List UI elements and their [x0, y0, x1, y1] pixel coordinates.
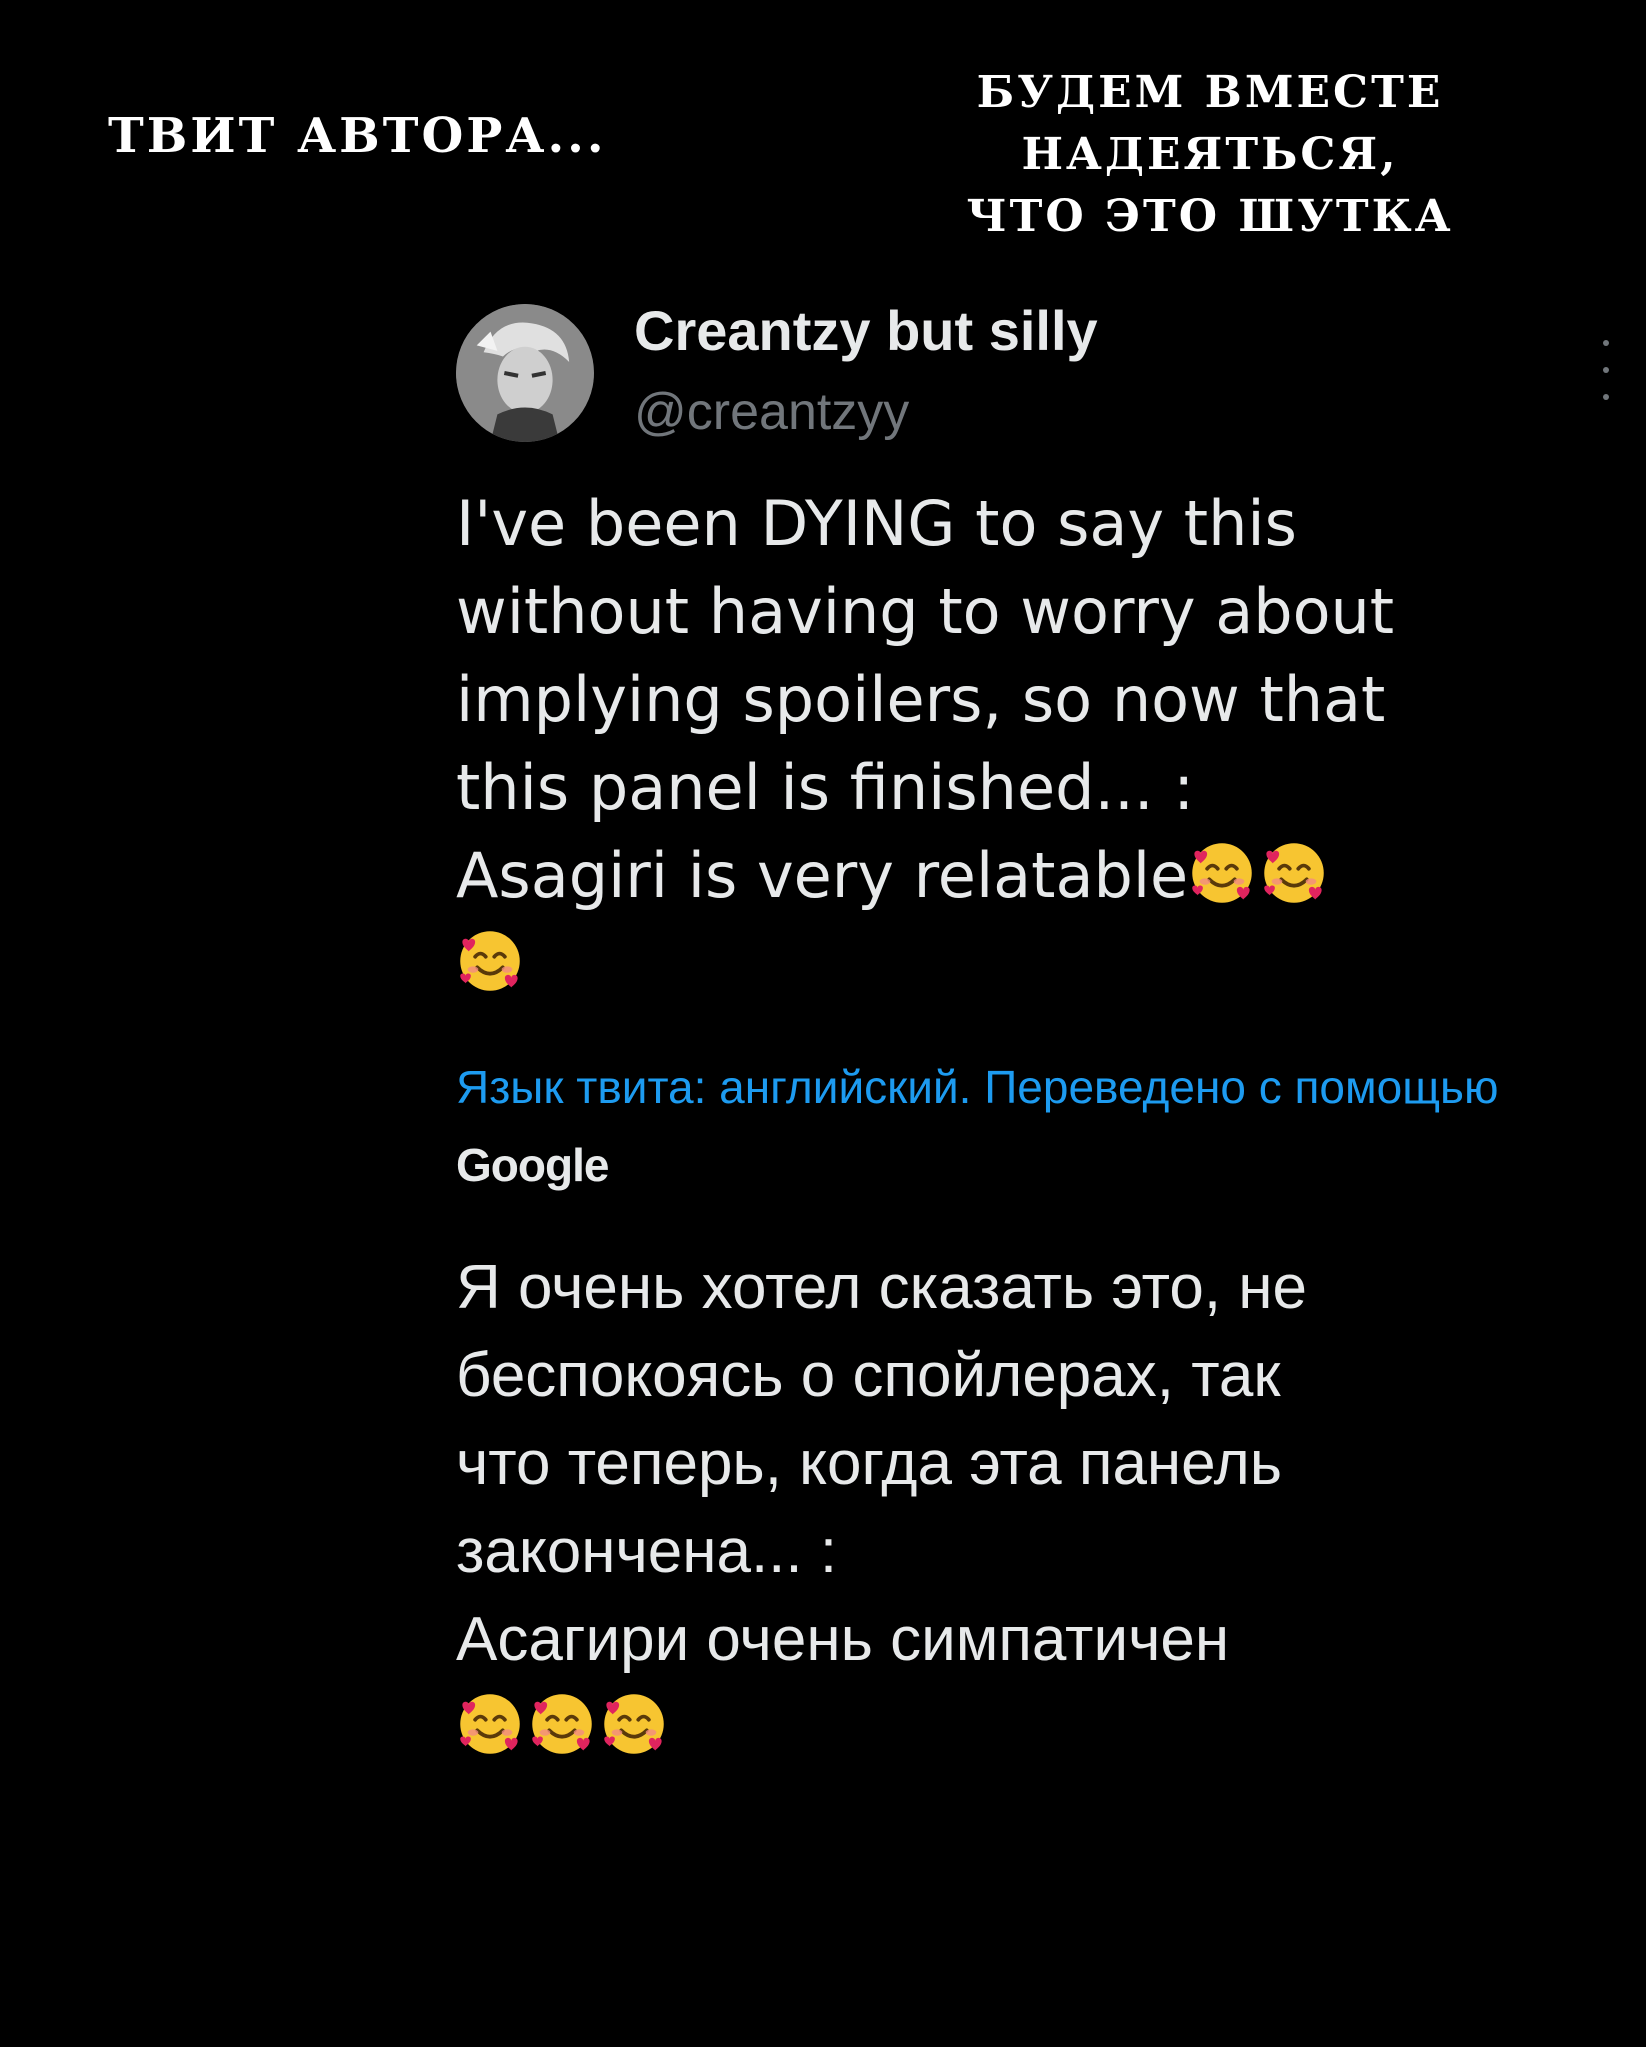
tweet: Creantzy but silly @creantzyy I've been … — [456, 290, 1616, 1772]
smiling-face-with-hearts-icon — [1260, 839, 1332, 912]
avatar-image — [456, 304, 594, 442]
translated-line-3: что теперь, когда эта панель — [456, 1429, 1283, 1498]
tweet-text-line-1: I've been DYING to say this — [456, 487, 1297, 560]
smiling-face-with-hearts-icon — [456, 927, 528, 1000]
caption-right-line-2: НАДЕЯТЬСЯ, — [1021, 129, 1399, 180]
translated-text: Я очень хотел сказать это, не беспокоясь… — [456, 1244, 1616, 1772]
more-vertical-icon[interactable] — [1596, 340, 1616, 400]
smiling-face-with-hearts-icon — [1188, 839, 1260, 912]
translated-line-2: беспокоясь о спойлерах, так — [456, 1341, 1281, 1410]
translation-note-text: Язык твита: английский. Переведено с пом… — [456, 1061, 1499, 1113]
tweet-text-line-2: without having to worry about — [456, 575, 1395, 648]
author-handle[interactable]: @creantzyy — [634, 382, 909, 442]
tweet-text-line-3: implying spoilers, so now that — [456, 663, 1386, 736]
smiling-face-with-hearts-icon — [600, 1693, 672, 1762]
tweet-text-line-4: this panel is finished... : — [456, 751, 1195, 824]
caption-right-line-3: ЧТО ЭТО ШУТКА — [966, 191, 1454, 242]
smiling-face-with-hearts-icon — [456, 1693, 528, 1762]
author-name[interactable]: Creantzy but silly — [634, 298, 1098, 363]
tweet-header: Creantzy but silly @creantzyy — [456, 290, 1616, 460]
translated-line-1: Я очень хотел сказать это, не — [456, 1253, 1307, 1322]
translation-note[interactable]: Язык твита: английский. Переведено с пом… — [456, 1048, 1616, 1204]
tweet-text: I've been DYING to say this without havi… — [456, 480, 1616, 1008]
tweet-text-line-5: Asagiri is very relatable — [456, 839, 1189, 912]
translated-line-5: Асагири очень симпатичен — [456, 1605, 1230, 1674]
translated-line-4: закончена... : — [456, 1517, 838, 1586]
google-logo: Google — [456, 1139, 609, 1191]
smiling-face-with-hearts-icon — [528, 1693, 600, 1762]
avatar[interactable] — [456, 304, 594, 442]
caption-right: БУДЕМ ВМЕСТЕ НАДЕЯТЬСЯ, ЧТО ЭТО ШУТКА — [930, 62, 1490, 248]
caption-left: ТВИТ АВТОРА... — [108, 108, 607, 164]
caption-right-line-1: БУДЕМ ВМЕСТЕ — [976, 67, 1444, 118]
